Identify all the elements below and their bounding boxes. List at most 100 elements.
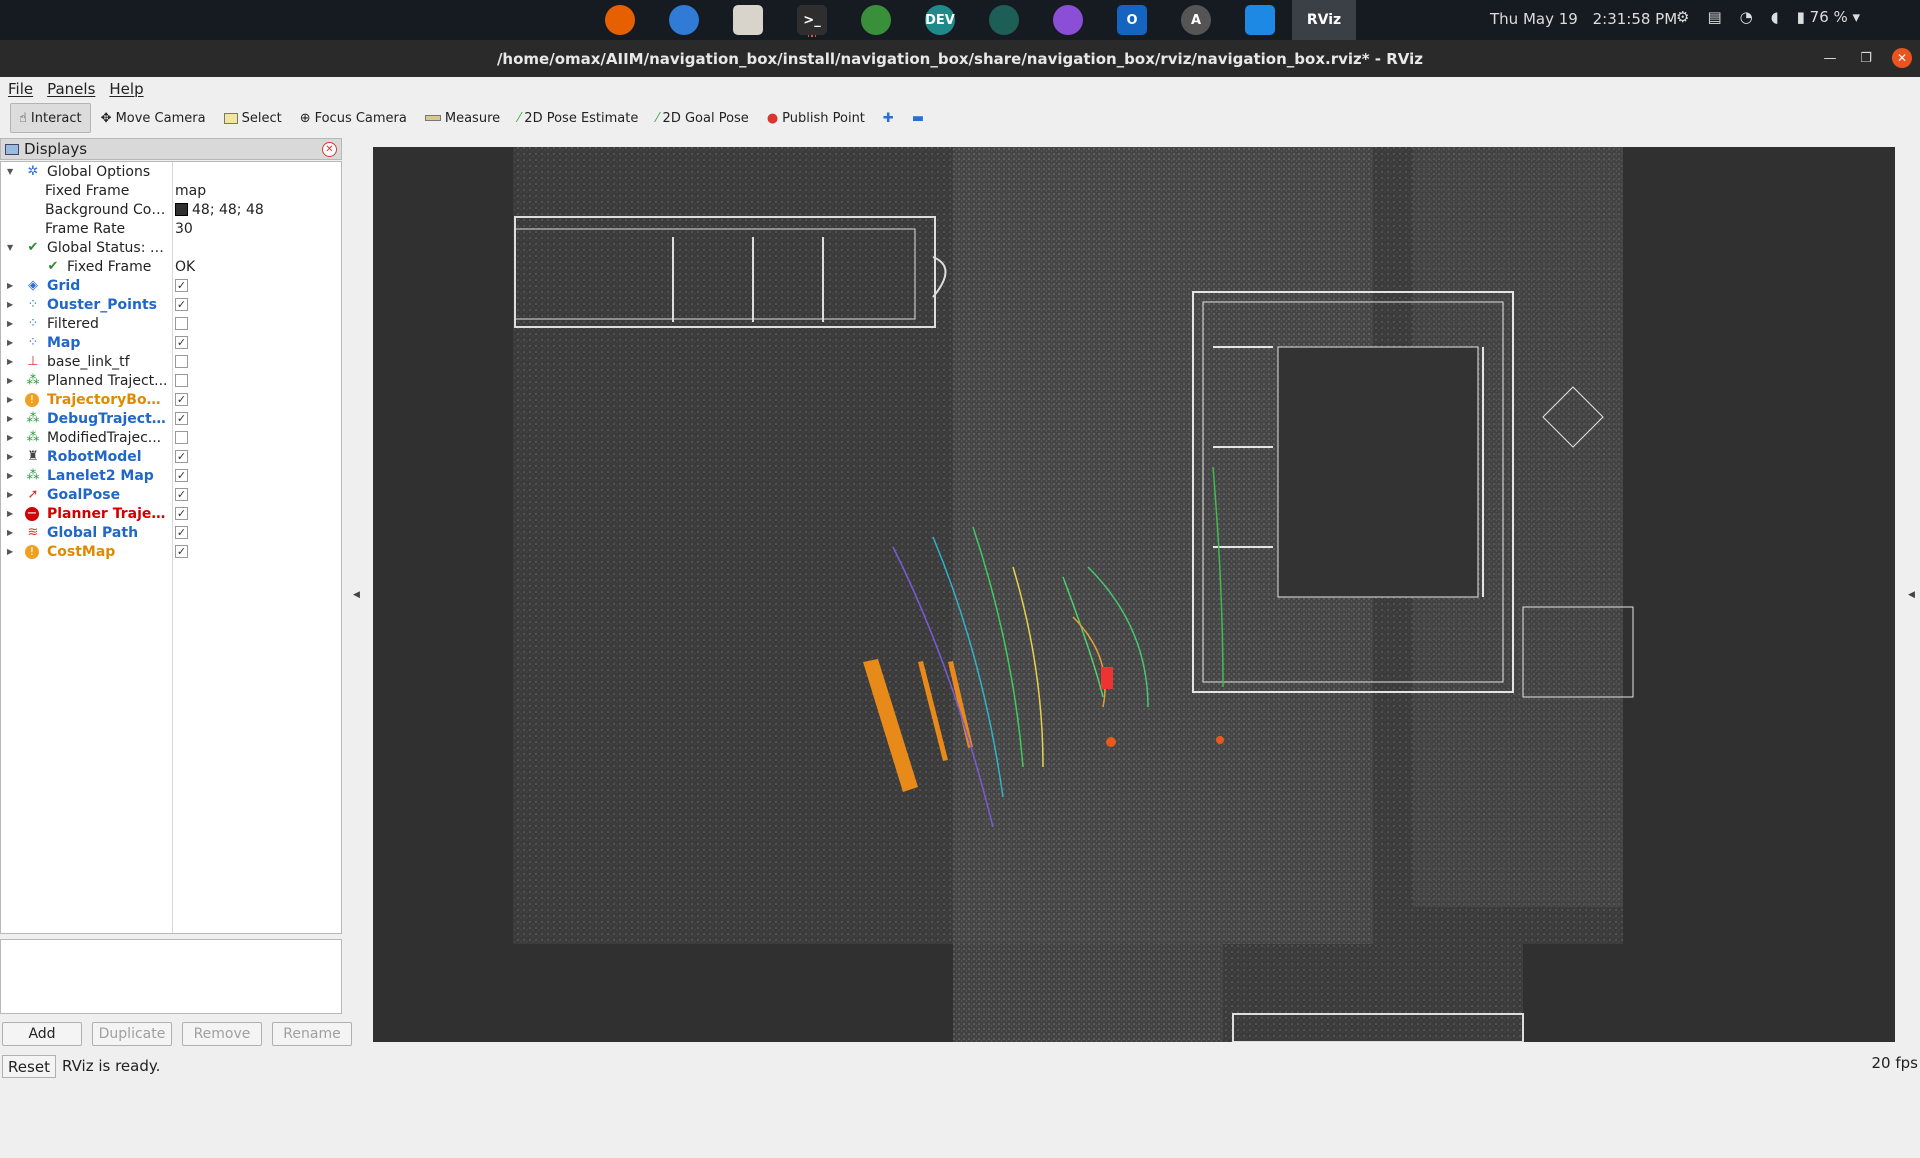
collapse-arrow-icon[interactable]: ▶ — [7, 490, 13, 499]
duplicate-display-button[interactable]: Duplicate — [92, 1022, 172, 1046]
display-row[interactable]: ▶ ⁘ Map ✓ — [1, 333, 341, 352]
collapse-arrow-icon[interactable]: ▶ — [7, 528, 13, 537]
dock-firefox[interactable] — [588, 0, 652, 40]
dock-vscode[interactable] — [1228, 0, 1292, 40]
focus-camera-tool[interactable]: ⊕ Focus Camera — [292, 103, 415, 133]
dock-app-center[interactable]: A — [1164, 0, 1228, 40]
display-row[interactable]: ▶ ⁘ Ouster_Points ✓ — [1, 295, 341, 314]
add-display-button[interactable]: Add — [2, 1022, 82, 1046]
collapse-arrow-icon[interactable]: ▶ — [7, 471, 13, 480]
collapse-arrow-icon[interactable]: ▶ — [7, 281, 13, 290]
enable-checkbox[interactable]: ✓ — [175, 336, 188, 349]
enable-checkbox[interactable]: ✓ — [175, 279, 188, 292]
display-row[interactable]: ▶ ≋ Global Path ✓ — [1, 523, 341, 542]
expand-arrow-icon[interactable]: ▼ — [7, 243, 13, 252]
pose-estimate-tool[interactable]: ⁄ 2D Pose Estimate — [510, 103, 646, 133]
collapse-arrow-icon[interactable]: ▶ — [7, 319, 13, 328]
display-row[interactable]: Background Color 48; 48; 48 — [1, 200, 341, 219]
display-row[interactable]: ▶ ⁂ ModifiedTrajec... — [1, 428, 341, 447]
wifi-icon[interactable]: ◔ — [1740, 8, 1753, 26]
close-panel-button[interactable]: ✕ — [322, 142, 337, 157]
close-window-button[interactable]: ✕ — [1892, 48, 1912, 68]
enable-checkbox[interactable] — [175, 374, 188, 387]
expand-arrow-icon[interactable]: ▼ — [7, 167, 13, 176]
interact-tool[interactable]: ☝ Interact — [10, 103, 91, 133]
display-row[interactable]: Fixed Frame map — [1, 181, 341, 200]
menu-help[interactable]: Help — [109, 80, 143, 98]
collapse-arrow-icon[interactable]: ▶ — [7, 547, 13, 556]
rename-display-button[interactable]: Rename — [272, 1022, 352, 1046]
enable-checkbox[interactable]: ✓ — [175, 545, 188, 558]
enable-checkbox[interactable]: ✓ — [175, 412, 188, 425]
display-row[interactable]: ▶ − Planner Trajec... ✓ — [1, 504, 341, 523]
dock-github[interactable] — [1036, 0, 1100, 40]
collapse-arrow-icon[interactable]: ▶ — [7, 414, 13, 423]
dock-files[interactable] — [716, 0, 780, 40]
enable-checkbox[interactable]: ✓ — [175, 450, 188, 463]
display-row[interactable]: ▼ ✲ Global Options — [1, 162, 341, 181]
collapse-arrow-icon[interactable]: ▶ — [7, 395, 13, 404]
displays-tree[interactable]: ▼ ✲ Global Options Fixed Frame map Background… — [0, 161, 342, 934]
remove-tool-button[interactable]: ▬ — [904, 103, 932, 133]
enable-checkbox[interactable]: ✓ — [175, 526, 188, 539]
display-row[interactable]: ▶ ➚ GoalPose ✓ — [1, 485, 341, 504]
render-viewport[interactable] — [373, 147, 1895, 1042]
remove-display-button[interactable]: Remove — [182, 1022, 262, 1046]
display-row[interactable]: ▶ ⁘ Filtered — [1, 314, 341, 333]
enable-checkbox[interactable]: ✓ — [175, 469, 188, 482]
enable-checkbox[interactable]: ✓ — [175, 507, 188, 520]
system-tray[interactable]: ⚙ ▤ ◔ ◖ ▮ 76 % ▾ — [1676, 8, 1860, 26]
add-tool-button[interactable]: ✚ — [875, 103, 902, 133]
collapse-arrow-icon[interactable]: ▶ — [7, 376, 13, 385]
enable-checkbox[interactable]: ✓ — [175, 393, 188, 406]
display-row[interactable]: ▶ ⁂ Lanelet2 Map ✓ — [1, 466, 341, 485]
reset-button[interactable]: Reset — [2, 1055, 56, 1078]
dock-rviz[interactable]: RViz — [1292, 0, 1356, 40]
goal-pose-tool[interactable]: ⁄ 2D Goal Pose — [648, 103, 756, 133]
enable-checkbox[interactable]: ✓ — [175, 488, 188, 501]
display-row[interactable]: ▶ ⁂ Planned Traject... — [1, 371, 341, 390]
select-tool[interactable]: Select — [216, 103, 290, 133]
display-row[interactable]: ▶! CostMap ✓ — [1, 542, 341, 561]
property-value[interactable]: OK — [175, 259, 195, 275]
clipboard-icon[interactable]: ▤ — [1707, 8, 1721, 26]
collapse-arrow-icon[interactable]: ▶ — [7, 300, 13, 309]
display-row[interactable]: Frame Rate 30 — [1, 219, 341, 238]
accessibility-icon[interactable]: ⚙ — [1676, 8, 1689, 26]
display-row[interactable]: ▼ ✔ Global Status: Ok — [1, 238, 341, 257]
property-value[interactable]: map — [175, 183, 206, 199]
collapse-arrow-icon[interactable]: ▶ — [7, 357, 13, 366]
property-value[interactable]: 48; 48; 48 — [175, 202, 264, 218]
display-row[interactable]: ▶! TrajectoryBou... ✓ — [1, 390, 341, 409]
menu-panels[interactable]: Panels — [47, 80, 95, 98]
enable-checkbox[interactable] — [175, 317, 188, 330]
enable-checkbox[interactable] — [175, 431, 188, 444]
maximize-button[interactable]: ❐ — [1856, 48, 1876, 68]
collapse-arrow-icon[interactable]: ▶ — [7, 433, 13, 442]
display-row[interactable]: ▶ ⊥ base_link_tf — [1, 352, 341, 371]
dock-chrome[interactable] — [844, 0, 908, 40]
dock-terminal[interactable]: >_ — [780, 0, 844, 40]
display-row[interactable]: ▶ ◈ Grid ✓ — [1, 276, 341, 295]
menu-file[interactable]: File — [8, 80, 33, 98]
minimize-button[interactable]: — — [1820, 48, 1840, 68]
enable-checkbox[interactable] — [175, 355, 188, 368]
publish-point-tool[interactable]: ● Publish Point — [759, 103, 873, 133]
dock-outlook[interactable]: O — [1100, 0, 1164, 40]
collapse-right-icon[interactable]: ◀ — [1908, 590, 1915, 600]
enable-checkbox[interactable]: ✓ — [175, 298, 188, 311]
collapse-arrow-icon[interactable]: ▶ — [7, 452, 13, 461]
dock-thunderbird[interactable] — [652, 0, 716, 40]
display-row[interactable]: ▶ ♜ RobotModel ✓ — [1, 447, 341, 466]
dock-edge-dev[interactable]: DEV — [908, 0, 972, 40]
property-value[interactable]: 30 — [175, 221, 193, 237]
move-camera-tool[interactable]: ✥ Move Camera — [93, 103, 214, 133]
clock[interactable]: Thu May 19 2:31:58 PM — [1490, 10, 1687, 28]
volume-icon[interactable]: ◖ — [1771, 8, 1779, 26]
display-row[interactable]: ✔ Fixed Frame OK — [1, 257, 341, 276]
measure-tool[interactable]: Measure — [417, 103, 508, 133]
battery-indicator[interactable]: ▮ 76 % ▾ — [1797, 8, 1860, 26]
collapse-arrow-icon[interactable]: ▶ — [7, 509, 13, 518]
collapse-left-icon[interactable]: ◀ — [353, 590, 360, 600]
dock-gitkraken[interactable] — [972, 0, 1036, 40]
